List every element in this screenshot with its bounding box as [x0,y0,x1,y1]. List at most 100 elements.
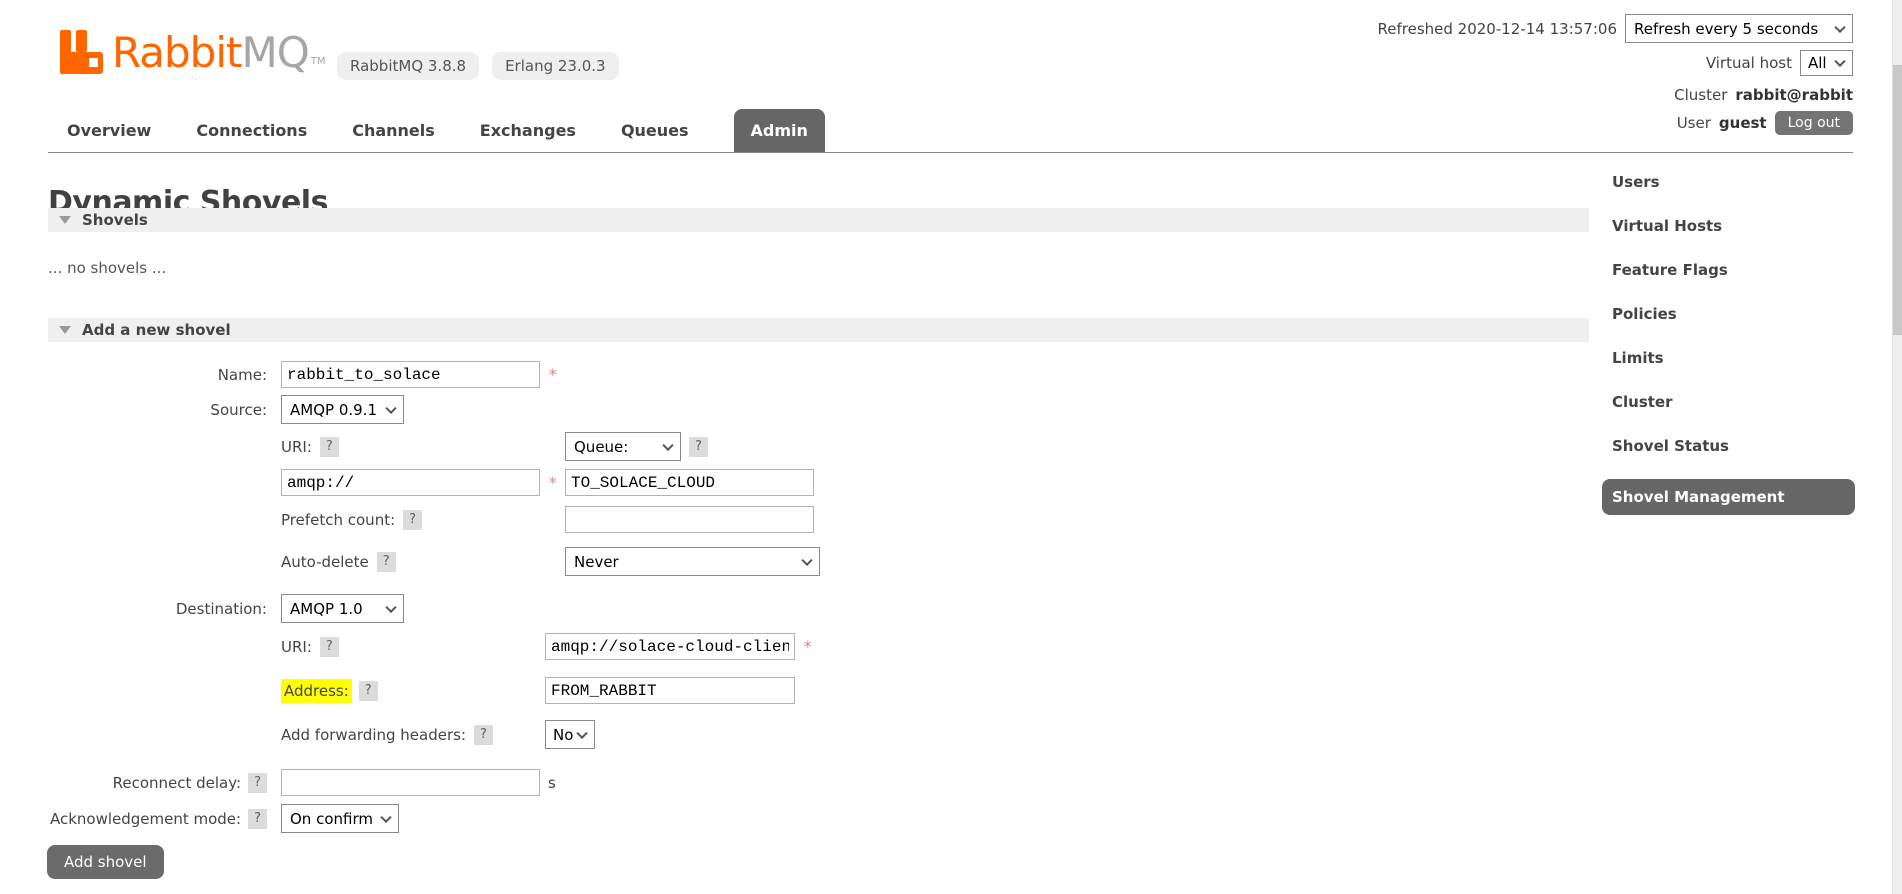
rabbitmq-version-badge: RabbitMQ 3.8.8 [337,52,479,80]
admin-sidebar: Users Virtual Hosts Feature Flags Polici… [1602,171,1855,515]
shovel-name-input[interactable] [281,361,540,388]
virtual-host-select-control[interactable]: All [1800,50,1853,76]
erlang-version-badge: Erlang 23.0.3 [492,52,619,80]
reconnect-delay-label: Reconnect delay: [113,774,242,792]
sidebar-item-policies[interactable]: Policies [1602,303,1855,325]
destination-uri-input[interactable] [545,633,795,660]
brand-text-mq: MQ [241,30,308,76]
auto-delete-select[interactable]: Never [565,547,820,576]
sidebar-item-limits[interactable]: Limits [1602,347,1855,369]
add-shovel-button[interactable]: Add shovel [47,845,164,879]
refresh-interval-select[interactable]: Refresh every 5 seconds [1625,14,1853,43]
source-label: Source: [0,395,267,424]
user-name: guest [1719,114,1767,132]
refreshed-timestamp: Refreshed 2020-12-14 13:57:06 [1378,20,1617,38]
ack-mode-select[interactable]: On confirm [281,804,399,833]
reconnect-delay-input[interactable] [281,769,540,796]
trademark-text: TM [311,56,326,67]
source-label-text: Source: [210,401,267,419]
sidebar-item-cluster[interactable]: Cluster [1602,391,1855,413]
tab-exchanges[interactable]: Exchanges [480,121,576,140]
rabbitmq-logo[interactable]: Rabbit MQ TM [60,30,326,76]
auto-delete-label-row: Auto-delete ? [281,547,396,576]
user-label: User [1677,114,1711,132]
destination-protocol-select-control[interactable]: AMQP 1.0 [281,594,404,623]
required-marker: * [803,637,813,656]
source-endpoint-row: Queue: ? [565,432,708,461]
help-icon[interactable]: ? [248,773,267,793]
source-uri-label-row: URI: ? [281,432,339,461]
version-badges: RabbitMQ 3.8.8 Erlang 23.0.3 [337,52,619,80]
destination-address-input[interactable] [545,677,795,704]
section-header-add-shovel[interactable]: Add a new shovel [48,318,1589,342]
help-icon[interactable]: ? [320,437,339,457]
source-endpoint-kind-select-control[interactable]: Queue: [565,432,681,461]
help-icon[interactable]: ? [474,725,493,745]
tab-queues[interactable]: Queues [621,121,689,140]
ack-mode-label-row: Acknowledgement mode: ? [0,804,267,833]
name-label-text: Name: [218,366,267,384]
ack-mode-label: Acknowledgement mode: [50,810,241,828]
sidebar-item-virtual-hosts[interactable]: Virtual Hosts [1602,215,1855,237]
virtual-host-label: Virtual host [1706,54,1792,72]
destination-uri-input-row: * [545,633,813,660]
cluster-label: Cluster [1674,86,1727,104]
source-uri-label: URI: [281,438,312,456]
tab-connections[interactable]: Connections [196,121,307,140]
address-label-highlighted: Address: [281,679,352,703]
help-icon[interactable]: ? [403,510,422,530]
collapse-triangle-icon [59,326,71,334]
sidebar-item-shovel-management[interactable]: Shovel Management [1602,479,1855,515]
forward-headers-select-control[interactable]: No [545,720,595,749]
no-shovels-text: ... no shovels ... [48,259,166,277]
main-nav-tabs: Overview Connections Channels Exchanges … [67,109,825,152]
forward-headers-select[interactable]: No [545,720,595,749]
address-input-row [545,677,795,704]
name-field-row: * [281,361,558,388]
rabbitmq-logo-icon [60,30,112,76]
sidebar-item-users[interactable]: Users [1602,171,1855,193]
help-icon[interactable]: ? [377,552,396,572]
help-icon[interactable]: ? [248,809,267,829]
virtual-host-select[interactable]: All [1800,50,1853,76]
prefetch-input-row [565,506,814,533]
forward-headers-label-row: Add forwarding headers: ? [281,720,493,749]
source-queue-input[interactable] [565,469,814,496]
source-queue-input-row [565,469,814,496]
source-endpoint-kind-select[interactable]: Queue: [565,432,681,461]
section-header-shovels[interactable]: Shovels [48,208,1589,232]
vertical-scrollbar-thumb[interactable] [1893,65,1902,335]
help-icon[interactable]: ? [689,437,708,457]
destination-label-text: Destination: [176,600,267,618]
rabbitmq-management-page: Rabbit MQ TM RabbitMQ 3.8.8 Erlang 23.0.… [0,0,1902,894]
tab-overview[interactable]: Overview [67,121,151,140]
sidebar-item-feature-flags[interactable]: Feature Flags [1602,259,1855,281]
destination-label: Destination: [0,594,267,623]
destination-protocol-select[interactable]: AMQP 1.0 [281,594,404,623]
section-title-add-shovel: Add a new shovel [82,321,231,339]
destination-uri-label: URI: [281,638,312,656]
brand-text-rabbit: Rabbit [112,30,241,76]
sidebar-item-shovel-status[interactable]: Shovel Status [1602,435,1855,457]
help-icon[interactable]: ? [359,681,378,701]
source-uri-input[interactable] [281,469,540,496]
source-protocol-select[interactable]: AMQP 0.9.1 [281,395,404,424]
help-icon[interactable]: ? [320,637,339,657]
address-label-row: Address: ? [281,677,378,704]
tab-admin[interactable]: Admin [734,109,825,152]
ack-mode-select-control[interactable]: On confirm [281,804,399,833]
prefetch-label: Prefetch count: [281,511,395,529]
source-protocol-select-control[interactable]: AMQP 0.9.1 [281,395,404,424]
tabs-divider [48,152,1853,153]
prefetch-count-input[interactable] [565,506,814,533]
name-label: Name: [0,361,267,388]
required-marker: * [548,365,558,384]
tab-channels[interactable]: Channels [352,121,435,140]
auto-delete-select-control[interactable]: Never [565,547,820,576]
prefetch-label-row: Prefetch count: ? [281,506,422,533]
cluster-name: rabbit@rabbit [1735,86,1853,104]
collapse-triangle-icon [59,216,71,224]
section-title-shovels: Shovels [82,211,148,229]
refresh-interval-select-control[interactable]: Refresh every 5 seconds [1625,14,1853,43]
logout-button[interactable]: Log out [1775,111,1853,135]
